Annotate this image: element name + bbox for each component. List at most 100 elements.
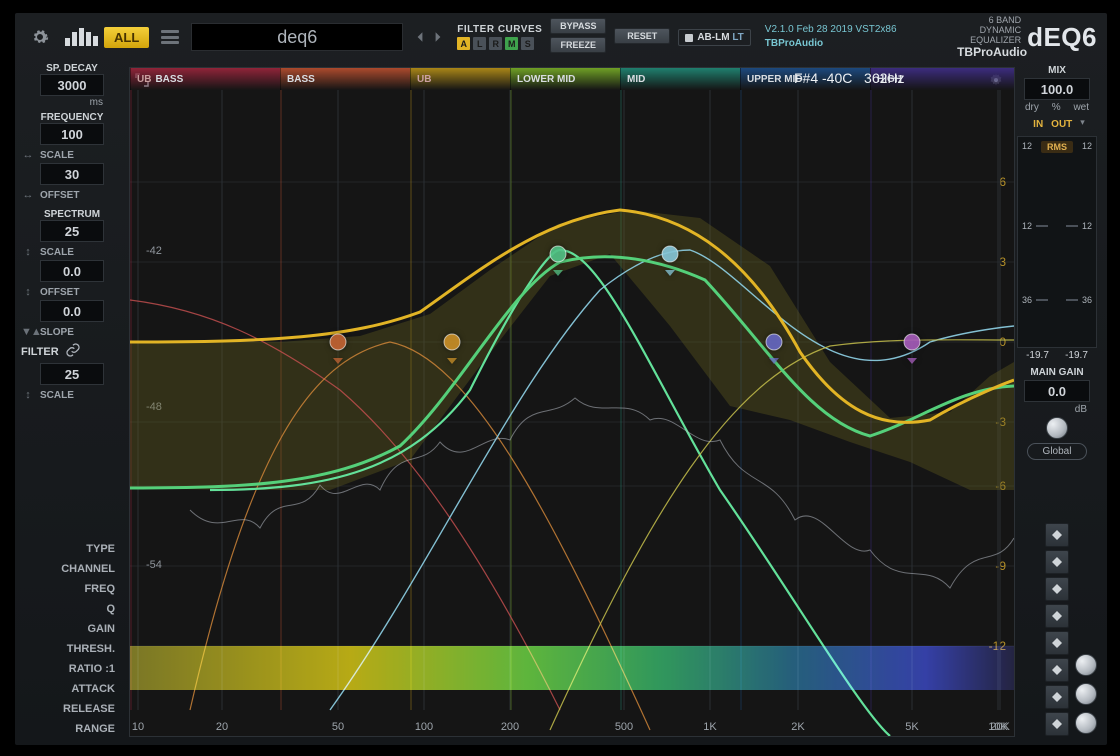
meter-tick: 36	[1082, 295, 1092, 305]
svg-text:-54: -54	[146, 559, 162, 571]
filter-label: FILTER	[21, 346, 59, 358]
param-label-q: Q	[21, 599, 123, 619]
param-label-type: TYPE	[21, 539, 123, 559]
freq-scale-value[interactable]: 30	[40, 163, 104, 185]
filter-link-icon[interactable]	[65, 342, 81, 361]
spectrum-label: SPECTRUM	[44, 209, 100, 220]
filter-value[interactable]: 25	[40, 363, 104, 385]
param-label-range: RANGE	[21, 719, 123, 739]
settings-icon[interactable]	[31, 28, 49, 46]
preset-next-icon[interactable]	[432, 31, 444, 43]
svg-text:-42: -42	[146, 245, 162, 257]
band-header-segment[interactable]: LOWER MID	[510, 68, 620, 90]
freeze-button[interactable]: FREEZE	[550, 37, 606, 53]
meter-tick: 36	[1022, 295, 1032, 305]
sp-decay-value[interactable]: 3000	[40, 74, 104, 96]
svg-text:500: 500	[615, 721, 633, 733]
value-stepper[interactable]	[1045, 523, 1069, 547]
brand-link[interactable]: TBProAudio	[765, 37, 897, 51]
spectrum-value[interactable]: 25	[40, 220, 104, 242]
svg-text:5K: 5K	[905, 721, 919, 733]
frequency-value[interactable]: 100	[40, 123, 104, 145]
band-header-segment[interactable]: BASS	[280, 68, 410, 90]
cursor-readout: F#4 -40C 362Hz	[794, 70, 905, 86]
sp-decay-label: SP. DECAY	[46, 63, 98, 74]
svg-text:-9: -9	[995, 559, 1006, 573]
level-meters: 12 12 RMS 12 12 36 36	[1017, 136, 1097, 348]
mix-label: MIX	[1013, 65, 1101, 76]
main-gain-value[interactable]: 0.0	[1024, 380, 1090, 402]
meter-readout-l: -19.7	[1026, 350, 1049, 361]
meter-expand-icon[interactable]: ▾	[1080, 117, 1085, 132]
ablm-button[interactable]: AB-LM LT	[678, 29, 750, 46]
param-label-thresh-: THRESH.	[21, 639, 123, 659]
band-all-button[interactable]: ALL	[104, 27, 149, 48]
spec-offset-label: OFFSET	[40, 287, 79, 298]
preset-prev-icon[interactable]	[414, 31, 426, 43]
filter-curve-l[interactable]: L	[473, 37, 486, 50]
spec-offset-value[interactable]: 0.0	[40, 300, 104, 322]
spec-scale-value[interactable]: 0.0	[40, 260, 104, 282]
svg-text:50: 50	[332, 721, 344, 733]
menu-icon[interactable]	[161, 30, 179, 44]
param-label-release: RELEASE	[21, 699, 123, 719]
param-knob[interactable]	[1075, 683, 1097, 705]
param-knob[interactable]	[1075, 712, 1097, 734]
band-header-segment[interactable]: UBBASS	[130, 68, 280, 90]
main-gain-label: MAIN GAIN	[1013, 367, 1101, 378]
value-stepper[interactable]	[1045, 712, 1069, 736]
mix-pct-label: %	[1052, 102, 1061, 113]
slope-label: SLOPE	[40, 327, 74, 338]
svg-text:10: 10	[132, 721, 144, 733]
meter-in-button[interactable]: IN	[1029, 117, 1047, 132]
param-label-ratio-1: RATIO :1	[21, 659, 123, 679]
mix-dry-label: dry	[1025, 102, 1039, 113]
knob-main[interactable]	[1046, 417, 1068, 439]
param-label-channel: CHANNEL	[21, 559, 123, 579]
mix-wet-label: wet	[1073, 102, 1089, 113]
meter-out-button[interactable]: OUT	[1047, 117, 1076, 132]
ablm-suffix: LT	[732, 32, 743, 43]
analyzer-bars-icon[interactable]	[65, 28, 100, 46]
svg-text:2K: 2K	[791, 721, 805, 733]
filter-scale-label: SCALE	[40, 390, 74, 401]
value-stepper[interactable]	[1045, 631, 1069, 655]
meter-tick: 12	[1082, 221, 1092, 231]
svg-text:1K: 1K	[703, 721, 717, 733]
value-stepper[interactable]	[1045, 604, 1069, 628]
main-gain-unit: dB	[1013, 404, 1101, 415]
param-label-attack: ATTACK	[21, 679, 123, 699]
filter-curve-r[interactable]: R	[489, 37, 502, 50]
brand-label: TBProAudio	[957, 45, 1027, 59]
param-knob[interactable]	[1075, 654, 1097, 676]
preset-display[interactable]: deq6	[191, 23, 403, 51]
global-button[interactable]: Global	[1027, 443, 1087, 460]
filter-curves-label: FILTER CURVES	[457, 24, 542, 35]
filter-curve-m[interactable]: M	[505, 37, 518, 50]
freq-offset-label: OFFSET	[40, 190, 79, 201]
filter-curve-s[interactable]: S	[521, 37, 534, 50]
mix-value[interactable]: 100.0	[1024, 78, 1090, 100]
param-label-gain: GAIN	[21, 619, 123, 639]
meter-mode-rms[interactable]: RMS	[1041, 141, 1073, 153]
bypass-button[interactable]: BYPASS	[550, 18, 606, 34]
filter-curve-a[interactable]: A	[457, 37, 470, 50]
value-stepper[interactable]	[1045, 550, 1069, 574]
value-stepper[interactable]	[1045, 685, 1069, 709]
svg-text:20: 20	[216, 721, 228, 733]
eq-chart[interactable]: 630-3-6-9-12 -42-48-54	[130, 90, 1014, 736]
value-stepper[interactable]	[1045, 658, 1069, 682]
reset-button[interactable]: RESET	[614, 28, 670, 44]
band-header-segment[interactable]: UB	[410, 68, 510, 90]
freq-scale-label: SCALE	[40, 150, 74, 161]
meter-scale-top-l: 12	[1022, 141, 1032, 151]
spec-scale-label: SCALE	[40, 247, 74, 258]
version-label: V2.1.0 Feb 28 2019 VST2x86	[765, 23, 897, 37]
value-stepper[interactable]	[1045, 577, 1069, 601]
sp-decay-unit: ms	[41, 97, 103, 108]
svg-text:20K: 20K	[990, 721, 1010, 733]
param-label-freq: FREQ	[21, 579, 123, 599]
band-header-segment[interactable]: MID	[620, 68, 740, 90]
meter-scale-top-r: 12	[1082, 141, 1092, 151]
filter-curves-toggles: A L R M S	[457, 37, 542, 50]
